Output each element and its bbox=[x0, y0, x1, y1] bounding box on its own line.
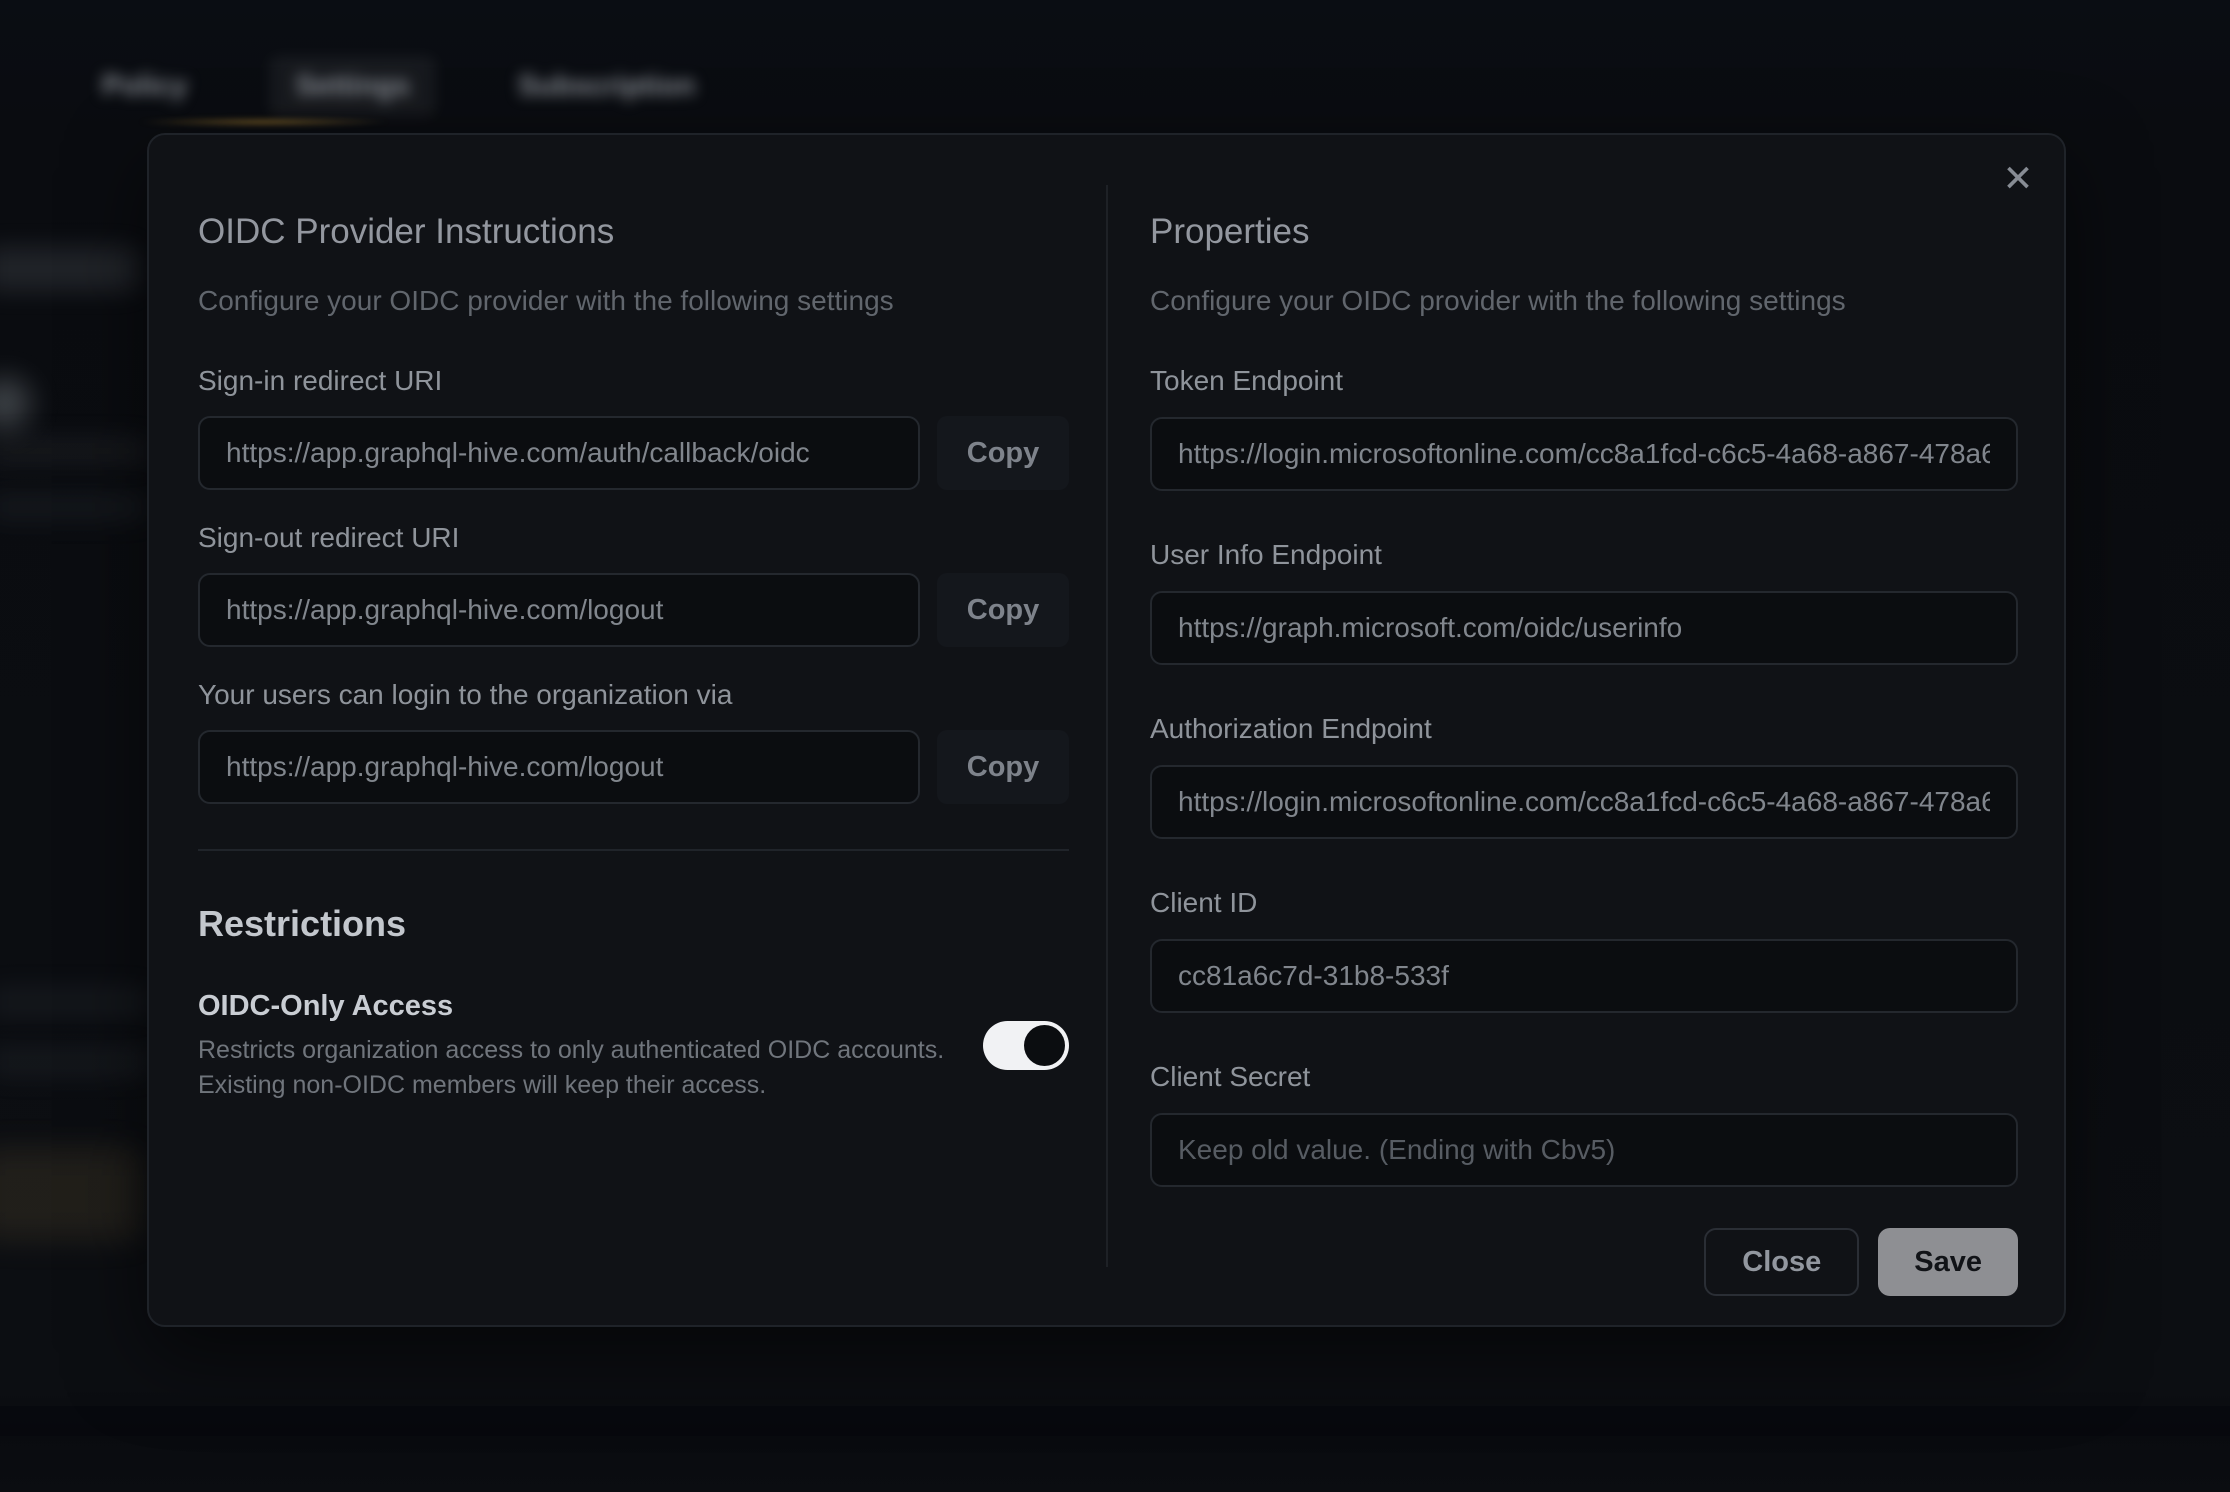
sign-out-redirect-uri-row: Copy bbox=[198, 573, 1069, 647]
blurred-background-text bbox=[0, 1046, 150, 1078]
sign-out-redirect-uri-input[interactable] bbox=[198, 573, 920, 647]
sign-out-redirect-uri-label: Sign-out redirect URI bbox=[198, 520, 1069, 556]
copy-button[interactable]: Copy bbox=[937, 573, 1069, 647]
copy-button[interactable]: Copy bbox=[937, 416, 1069, 490]
oidc-settings-modal: ✕ OIDC Provider Instructions Configure y… bbox=[147, 133, 2066, 1327]
tab-subscription[interactable]: Subscription bbox=[492, 56, 721, 117]
section-divider bbox=[198, 849, 1069, 851]
panel-subtitle: Configure your OIDC provider with the fo… bbox=[198, 283, 1069, 319]
sign-in-redirect-uri-row: Copy bbox=[198, 416, 1069, 490]
oidc-only-access-row: OIDC-Only Access Restricts organization … bbox=[198, 987, 1069, 1103]
oidc-only-access-toggle[interactable] bbox=[983, 1021, 1069, 1070]
user-info-endpoint-input[interactable] bbox=[1150, 591, 2018, 665]
tab-settings[interactable]: Settings bbox=[269, 56, 435, 117]
login-via-row: Copy bbox=[198, 730, 1069, 804]
background-tab-bar: Policy Settings Subscription bbox=[76, 56, 721, 117]
oidc-instructions-panel: OIDC Provider Instructions Configure you… bbox=[198, 181, 1069, 1103]
oidc-only-access-description: Restricts organization access to only au… bbox=[198, 1033, 944, 1103]
token-endpoint-input[interactable] bbox=[1150, 417, 2018, 491]
blurred-background-text bbox=[0, 247, 138, 291]
login-via-label: Your users can login to the organization… bbox=[198, 677, 1069, 713]
sign-in-redirect-uri-input[interactable] bbox=[198, 416, 920, 490]
client-id-input[interactable] bbox=[1150, 939, 2018, 1013]
panel-subtitle: Configure your OIDC provider with the fo… bbox=[1150, 283, 2018, 319]
toggle-knob bbox=[1024, 1025, 1065, 1066]
client-id-label: Client ID bbox=[1150, 885, 2018, 921]
login-via-input[interactable] bbox=[198, 730, 920, 804]
active-tab-indicator bbox=[138, 118, 390, 126]
user-info-endpoint-label: User Info Endpoint bbox=[1150, 537, 2018, 573]
blurred-background-text bbox=[0, 986, 150, 1018]
close-button[interactable]: Close bbox=[1704, 1228, 1859, 1296]
sign-in-redirect-uri-label: Sign-in redirect URI bbox=[198, 363, 1069, 399]
copy-button[interactable]: Copy bbox=[937, 730, 1069, 804]
blurred-background-text bbox=[0, 436, 150, 466]
authorization-endpoint-label: Authorization Endpoint bbox=[1150, 711, 2018, 747]
panel-title: OIDC Provider Instructions bbox=[198, 210, 1069, 254]
blurred-background-avatar bbox=[0, 378, 30, 428]
app-background: Policy Settings Subscription ✕ OIDC Prov… bbox=[0, 0, 2230, 1492]
dialog-actions: Close Save bbox=[1150, 1228, 2018, 1296]
properties-panel: Properties Configure your OIDC provider … bbox=[1150, 181, 2018, 1296]
oidc-only-access-text: OIDC-Only Access Restricts organization … bbox=[198, 987, 944, 1103]
background-band bbox=[0, 1406, 2230, 1436]
blurred-background-button bbox=[0, 1148, 142, 1240]
client-secret-label: Client Secret bbox=[1150, 1059, 2018, 1095]
oidc-only-access-label: OIDC-Only Access bbox=[198, 987, 944, 1025]
tab-policy[interactable]: Policy bbox=[76, 56, 213, 117]
panel-title: Properties bbox=[1150, 210, 2018, 254]
client-secret-input[interactable] bbox=[1150, 1113, 2018, 1187]
save-button[interactable]: Save bbox=[1878, 1228, 2018, 1296]
column-divider bbox=[1106, 185, 1108, 1267]
token-endpoint-label: Token Endpoint bbox=[1150, 363, 2018, 399]
blurred-background-text bbox=[0, 492, 150, 522]
restrictions-heading: Restrictions bbox=[198, 901, 1069, 947]
authorization-endpoint-input[interactable] bbox=[1150, 765, 2018, 839]
